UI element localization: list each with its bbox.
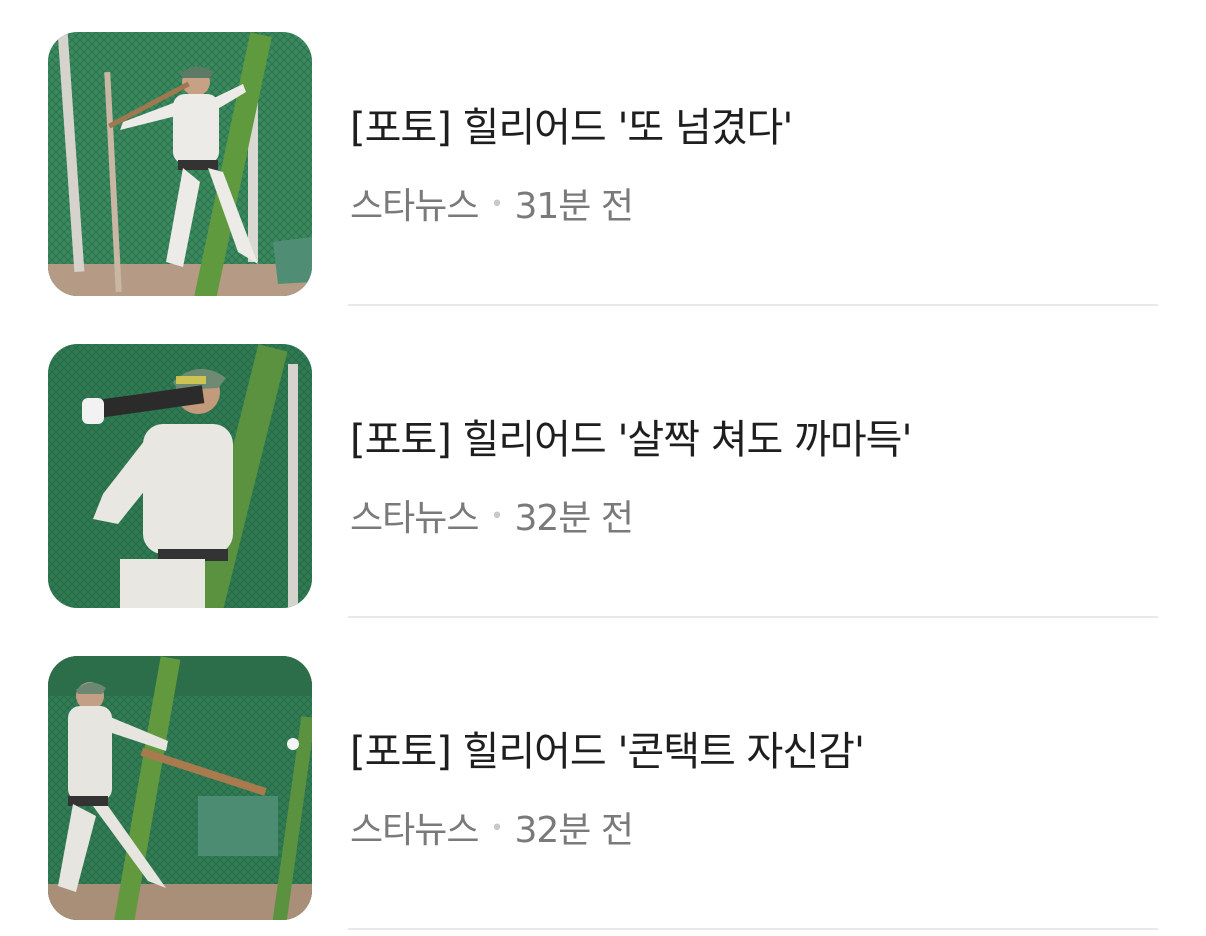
news-item[interactable]: [포토] 힐리어드 '살짝 쳐도 까마득' 스타뉴스 • 32분 전 (0, 312, 1206, 624)
news-time: 31분 전 (514, 186, 633, 227)
separator-dot: • (490, 504, 503, 529)
news-source: 스타뉴스 (350, 810, 479, 851)
divider (348, 616, 1158, 618)
news-list: [포토] 힐리어드 '또 넘겼다' 스타뉴스 • 31분 전 [포토] 힐리어드… (0, 0, 1206, 936)
news-thumbnail[interactable] (48, 656, 312, 920)
separator-dot: • (490, 816, 503, 841)
news-item[interactable]: [포토] 힐리어드 '또 넘겼다' 스타뉴스 • 31분 전 (0, 0, 1206, 312)
baseball-batter-photo-icon (48, 32, 312, 296)
baseball-batter-photo-icon (48, 656, 312, 920)
news-title[interactable]: [포토] 힐리어드 '콘택트 자신감' (350, 726, 865, 778)
news-item[interactable]: [포토] 힐리어드 '콘택트 자신감' 스타뉴스 • 32분 전 (0, 624, 1206, 936)
news-thumbnail[interactable] (48, 344, 312, 608)
news-title[interactable]: [포토] 힐리어드 '또 넘겼다' (350, 102, 793, 154)
news-time: 32분 전 (514, 498, 633, 539)
divider (348, 304, 1158, 306)
divider (348, 928, 1158, 930)
news-title[interactable]: [포토] 힐리어드 '살짝 쳐도 까마득' (350, 414, 912, 466)
separator-dot: • (490, 192, 503, 217)
baseball-batter-photo-icon (48, 344, 312, 608)
news-time: 32분 전 (514, 810, 633, 851)
news-source: 스타뉴스 (350, 186, 479, 227)
news-meta: 스타뉴스 • 31분 전 (350, 184, 634, 231)
news-thumbnail[interactable] (48, 32, 312, 296)
news-meta: 스타뉴스 • 32분 전 (350, 808, 634, 855)
news-source: 스타뉴스 (350, 498, 479, 539)
news-meta: 스타뉴스 • 32분 전 (350, 496, 634, 543)
